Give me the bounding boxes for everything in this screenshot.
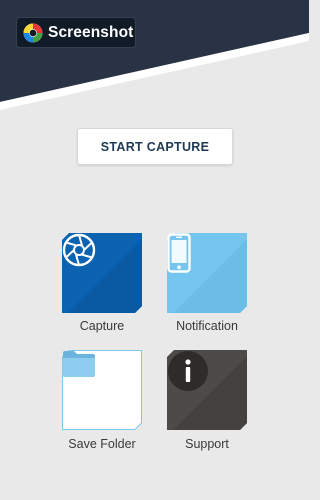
app-logo-icon — [23, 23, 43, 42]
notification-label: Notification — [176, 319, 238, 333]
camera-aperture-icon — [62, 233, 96, 267]
save-folder-tile[interactable] — [62, 350, 142, 430]
smartphone-icon — [167, 233, 191, 273]
start-capture-button[interactable]: START CAPTURE — [77, 128, 233, 165]
notification-tile[interactable] — [167, 233, 247, 313]
header-background — [0, 0, 309, 110]
save-folder-label: Save Folder — [68, 437, 136, 451]
app-header: Screenshot — [0, 0, 309, 110]
folder-icon — [63, 351, 95, 377]
app-logo: Screenshot — [17, 18, 135, 47]
capture-tile[interactable] — [62, 233, 142, 313]
capture-label: Capture — [79, 319, 125, 333]
support-tile[interactable] — [167, 350, 247, 430]
app-title: Screenshot — [48, 23, 134, 41]
info-icon — [168, 351, 208, 391]
support-label: Support — [185, 437, 229, 451]
